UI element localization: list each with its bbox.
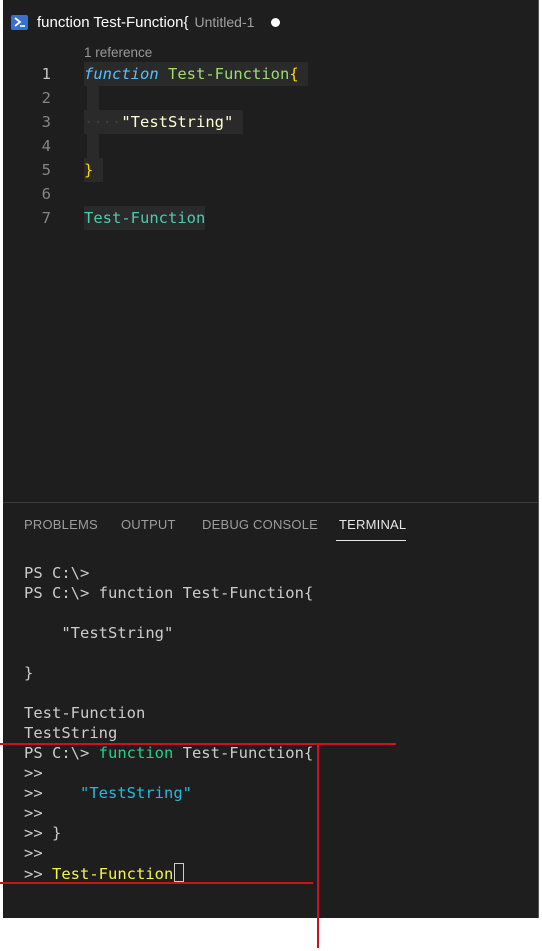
keyword-token: function [84,65,159,83]
unsaved-dot-icon[interactable] [271,17,281,27]
code-line-5[interactable]: 5 } [3,158,538,182]
terminal-line-echo-close: >> } [24,824,62,842]
terminal-cursor [174,863,185,882]
terminal-line: Test-Function [24,704,146,722]
editor-tab-bar: function Test-Function{ Untitled-1 [3,0,538,44]
tab-title: function Test-Function{ [37,13,189,31]
code-line-6[interactable]: 6 [3,182,538,206]
string-token: "TestString" [121,113,234,131]
function-def: Test-Function{ [173,744,314,762]
continuation-prompt: >> [24,865,43,883]
code-content: function Test-Function{ [84,62,309,86]
terminal-line: "TestString" [24,624,174,642]
brace-token: { [289,65,299,83]
line-number: 5 [41,161,51,179]
code-line-7[interactable]: 7 Test-Function [3,206,538,230]
codelens-references[interactable]: 1 reference [84,45,152,60]
indent-guide [87,134,99,158]
code-line-4[interactable]: 4 [3,134,538,158]
continuation-prompt: >> [24,784,43,802]
terminal-line-echo-call: >> Test-Function [24,863,185,883]
powershell-icon [11,14,28,30]
indent-guide [87,86,99,110]
code-content: Test-Function [84,206,206,230]
terminal-line-echo-string: >> "TestString" [24,783,192,803]
code-line-1[interactable]: 1 function Test-Function{ [3,62,538,86]
line-number: 1 [41,65,51,83]
line-number: 2 [41,89,51,107]
line-number: 3 [41,113,51,131]
tab-debug-console[interactable]: DEBUG CONSOLE [202,517,318,532]
terminal-line: PS C:\> [24,564,90,582]
line-number: 7 [41,209,51,227]
vscode-window: function Test-Function{ Untitled-1 1 ref… [3,0,539,918]
terminal-line-continuation: >> [24,844,43,862]
code-line-3[interactable]: 3 ····"TestString" [3,110,538,134]
tab-terminal[interactable]: TERMINAL [339,517,406,532]
terminal-line: PS C:\> function Test-Function{ [24,584,314,602]
brace-token: } [84,161,94,179]
keyword-token: function [98,744,174,762]
bottom-panel: PROBLEMS OUTPUT DEBUG CONSOLE TERMINAL P… [3,503,538,918]
code-line-2[interactable]: 2 [3,86,538,110]
function-call-token: Test-Function [52,865,174,883]
tab-description: Untitled-1 [194,14,255,30]
line-number: 6 [41,185,51,203]
whitespace-dots: ···· [84,113,122,131]
tab-output[interactable]: OUTPUT [121,517,176,532]
terminal-line-continuation: >> [24,764,43,782]
tab-problems[interactable]: PROBLEMS [24,517,98,532]
annotation-line-bottom [0,882,313,884]
line-number: 4 [41,137,51,155]
function-call-token: Test-Function [84,209,206,227]
editor-tab[interactable]: function Test-Function{ Untitled-1 [11,10,281,34]
code-editor[interactable]: 1 reference 1 function Test-Function{ 2 … [3,44,538,502]
code-content: ····"TestString" [84,110,243,134]
terminal-line-echo-function: PS C:\> function Test-Function{ [24,743,313,763]
annotation-line-top [0,743,396,745]
annotation-line-vertical [317,743,319,948]
code-content: } [84,158,103,182]
prompt: PS C:\> [24,744,99,762]
string-token: "TestString" [80,784,192,802]
function-name-token: Test-Function [168,65,290,83]
active-tab-indicator [336,540,406,541]
terminal-line: TestString [24,724,118,742]
terminal-line-continuation: >> [24,804,43,822]
terminal-line: } [24,664,34,682]
